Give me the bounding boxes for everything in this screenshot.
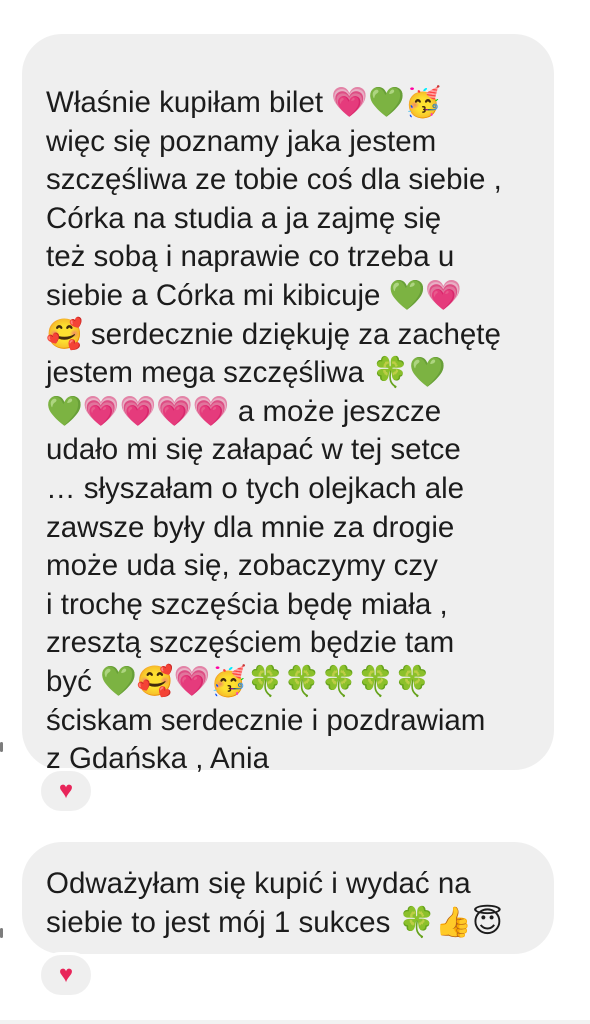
message-line: zawsze były dla mnie za drogie [46,510,455,544]
message-line: siebie to jest mój 1 sukces 🍀👍😇 [46,905,503,939]
message-line: Właśnie kupiłam bilet 💗💚🥳 [46,86,442,119]
message-line: Córka na studia a ja zajmę się [46,201,442,235]
message-bubble[interactable]: Właśnie kupiłam bilet 💗💚🥳 więc się pozna… [22,34,554,775]
message-line: … słyszałam o tych olejkach ale [46,471,465,505]
message-bubble[interactable]: Odważyłam się kupić i wydać na siebie to… [22,842,554,954]
message-line: z Gdańska , Ania [46,742,270,776]
message-line: ściskam serdecznie i pozdrawiam [46,703,486,737]
message-line: siebie a Córka mi kibicuje 💚💗 [46,278,463,312]
message-line: też sobą i naprawie co trzeba u [46,240,455,274]
edge-marker [0,928,3,938]
message-line: więc się poznamy jaka jestem [46,124,437,158]
message-line: i trochę szczęścia będę miała , [46,587,448,621]
message-line: Odważyłam się kupić i wydać na [46,867,471,900]
heart-icon: ♥ [58,961,74,988]
message-line: 💚💗💗💗💗 a może jeszcze [46,394,442,428]
message-line: jestem mega szczęśliwa 🍀💚 [46,356,446,390]
heart-reaction-badge[interactable]: ♥ [38,952,94,998]
heart-reaction-badge[interactable]: ♥ [38,768,94,814]
message-line: szczęśliwa ze tobie coś dla siebie , [46,163,502,197]
edge-marker [0,742,3,752]
message-line: być 💚🥰💗🥳🍀🍀🍀🍀🍀 [46,664,431,698]
message-line: zresztą szczęściem będzie tam [46,626,455,660]
bottom-divider [0,1020,590,1024]
heart-icon: ♥ [58,777,74,804]
message-line: udało mi się załapać w tej setce [46,433,461,467]
message-line: może uda się, zobaczymy czy [46,549,438,583]
message-line: 🥰 serdecznie dziękuję za zachętę [46,317,501,351]
